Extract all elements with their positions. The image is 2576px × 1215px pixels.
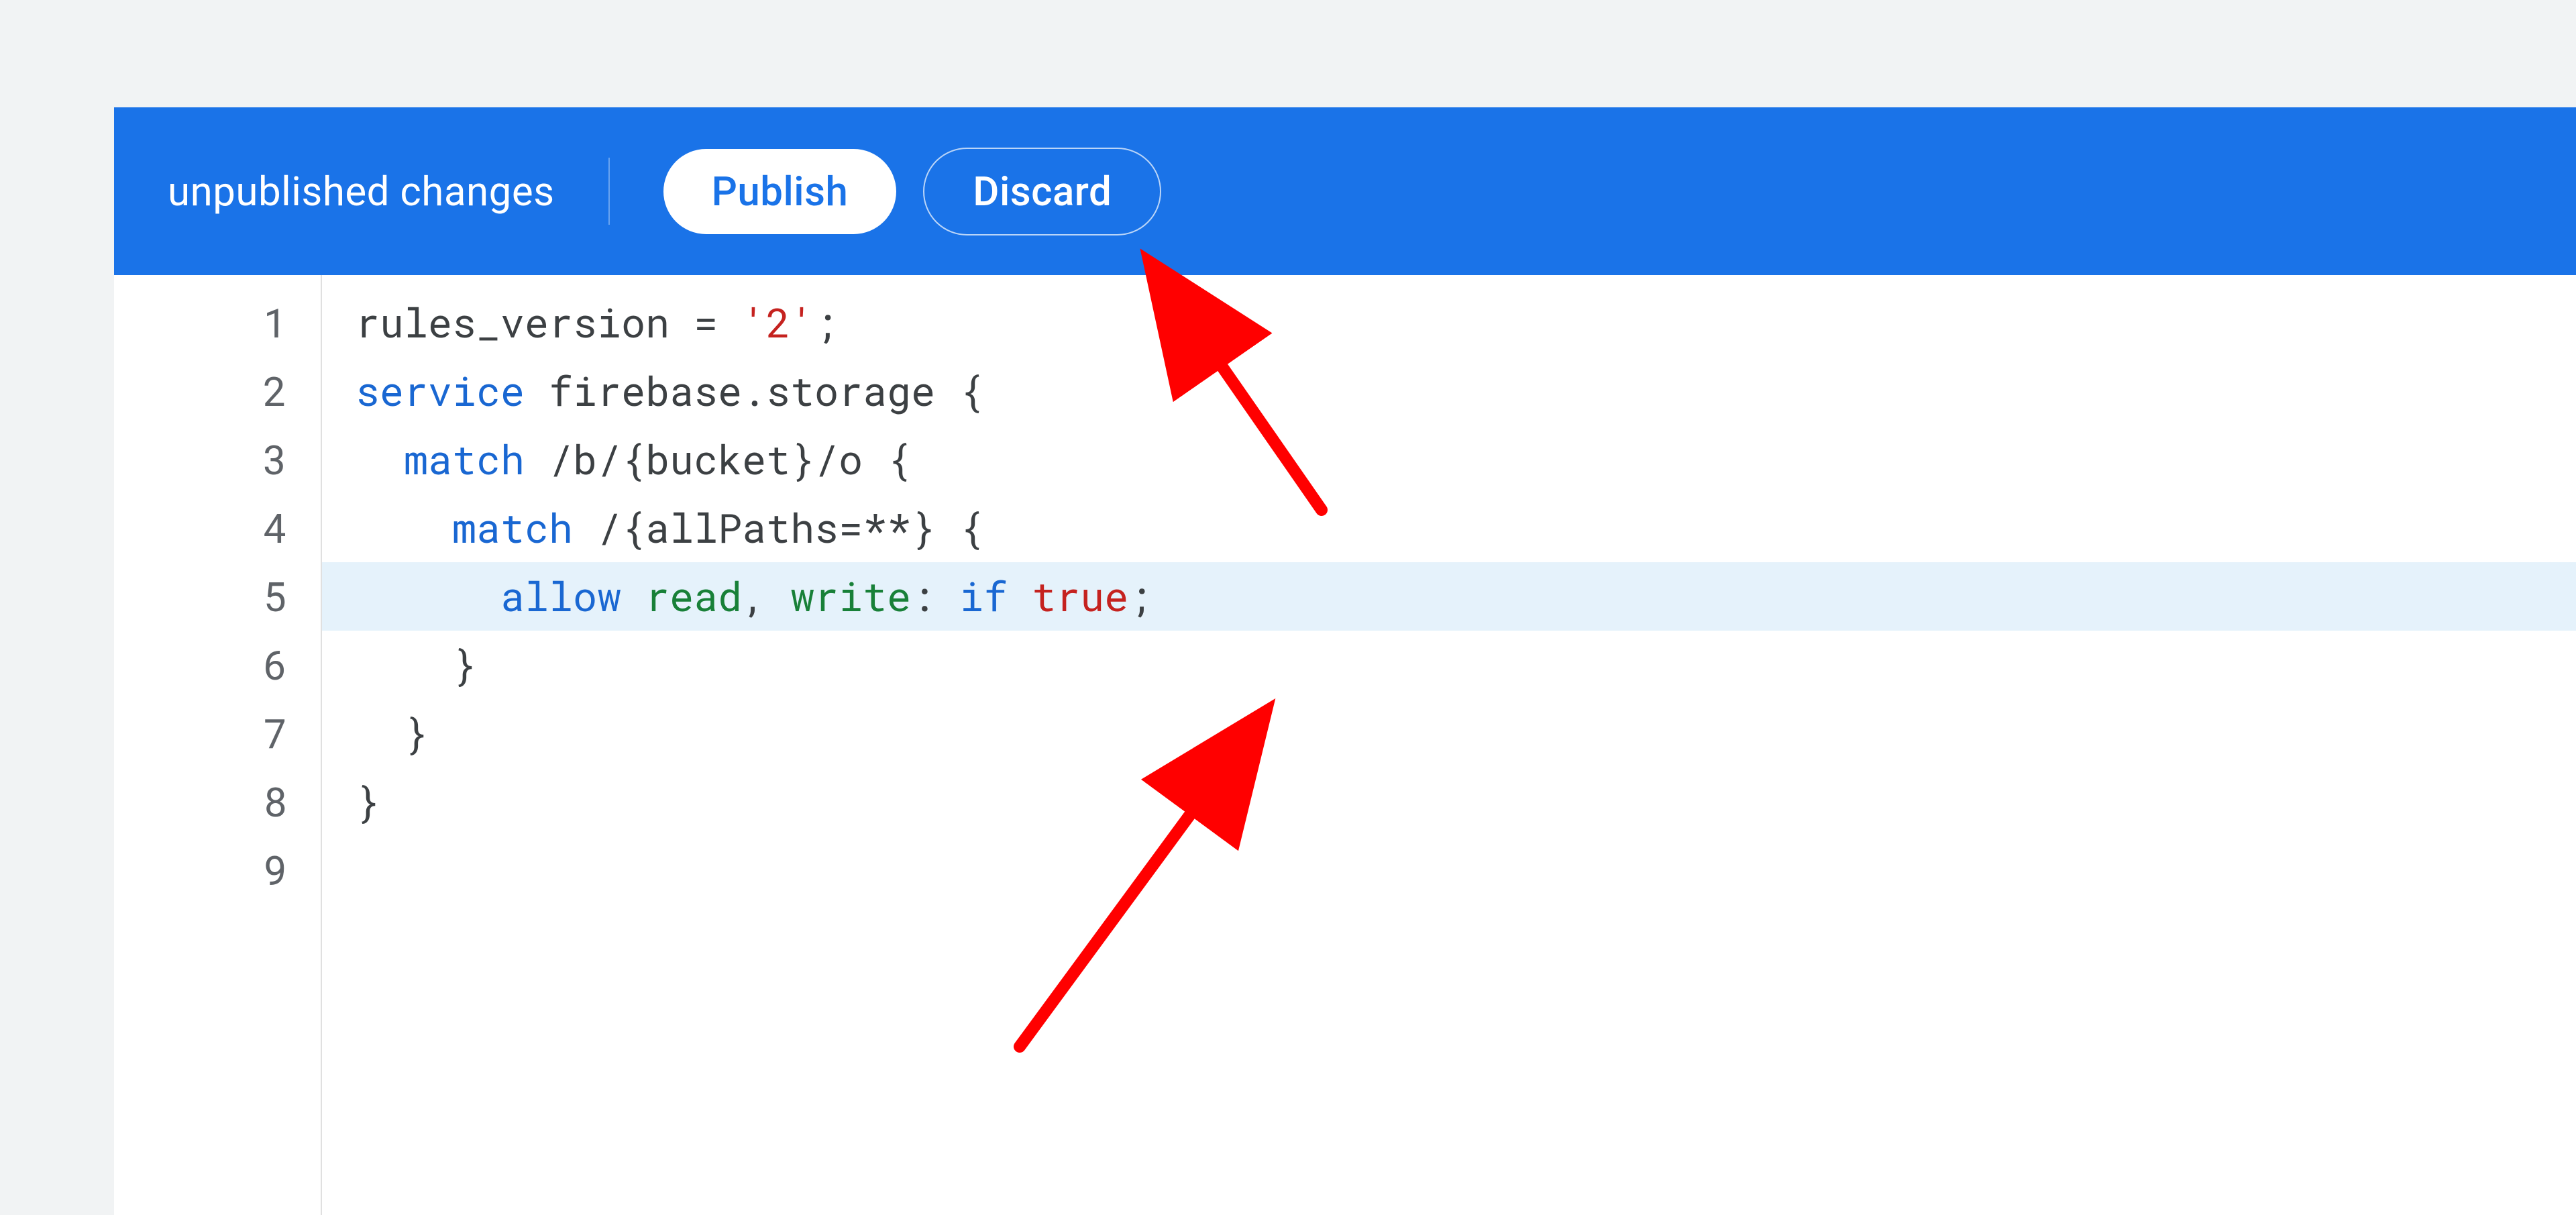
line-number-gutter: 123456789 [114,275,322,1215]
app-window: unpublished changes Publish Discard 1234… [0,0,2576,1215]
code-line[interactable]: allow read, write: if true; [322,562,2576,631]
code-line[interactable]: match /b/{bucket}/o { [356,425,2576,494]
line-number: 2 [114,357,287,425]
line-number: 7 [114,699,287,768]
publish-button[interactable]: Publish [663,149,897,234]
line-number: 5 [114,562,287,631]
code-line[interactable]: match /{allPaths=**} { [356,494,2576,562]
line-number: 4 [114,494,287,562]
rules-panel: unpublished changes Publish Discard 1234… [114,107,2576,1215]
code-line[interactable]: service firebase.storage { [356,357,2576,425]
line-number: 3 [114,425,287,494]
code-line[interactable]: } [356,631,2576,699]
toolbar-divider [608,158,610,225]
code-line[interactable]: rules_version = '2'; [356,288,2576,357]
discard-button[interactable]: Discard [923,148,1161,235]
line-number: 8 [114,768,287,836]
line-number: 1 [114,288,287,357]
line-number: 9 [114,836,287,904]
line-number: 6 [114,631,287,699]
code-line[interactable] [356,836,2576,904]
code-line[interactable]: } [356,699,2576,768]
code-line[interactable]: } [356,768,2576,836]
unpublished-changes-label: unpublished changes [168,168,555,215]
rules-toolbar: unpublished changes Publish Discard [114,107,2576,275]
code-content[interactable]: rules_version = '2';service firebase.sto… [322,275,2576,1215]
code-editor[interactable]: 123456789 rules_version = '2';service fi… [114,275,2576,1215]
